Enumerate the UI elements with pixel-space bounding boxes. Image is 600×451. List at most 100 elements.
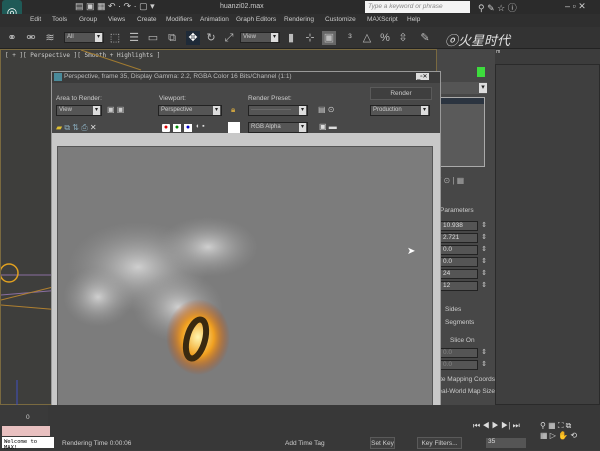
modifier-list-dropdown[interactable]: ▾ <box>437 82 487 94</box>
rfw-toolbar-icons[interactable]: ▰ ⧉ ⇅ ⎙ ✕ <box>56 123 97 133</box>
color-swatch[interactable] <box>228 122 240 133</box>
move-icon[interactable]: ✥ <box>186 31 200 45</box>
menu-bar: Edit Tools Group Views Create Modifiers … <box>0 14 600 27</box>
scale-icon[interactable]: ⤢ <box>222 31 236 45</box>
current-frame-field[interactable]: 35 <box>486 438 526 448</box>
infocenter-icons[interactable]: ⚲ ✎ ☆ ⓘ <box>478 1 517 14</box>
stack-tools-icons[interactable]: / ⊙ | ▦ <box>439 176 464 185</box>
key-filters-button[interactable]: Key Filters... <box>417 437 462 449</box>
main-toolbar: ⚭ ⚮ ≋ All ⬚ ☰ ▭ ⧉ ✥ ↻ ⤢ View ▮ ⊹ ▣ ³ △ %… <box>0 27 600 55</box>
window-title: huanzi02.max <box>220 3 264 10</box>
viewport-dropdown[interactable]: Perspective <box>158 105 222 116</box>
menu-maxscript[interactable]: MAXScript <box>367 16 398 23</box>
render-button[interactable]: Render <box>370 87 432 100</box>
playback-controls[interactable]: ⏮ ◀ ▶ ▶| ⏭ <box>473 421 520 431</box>
smoke-cloud <box>63 267 133 327</box>
blue-channel-toggle[interactable]: ● <box>184 124 192 132</box>
rfw-window-controls[interactable]: _▫✕ <box>416 73 429 80</box>
angle-snap-icon[interactable]: △ <box>360 31 374 45</box>
snap-icon[interactable]: ³ <box>343 31 357 45</box>
maxscript-listener[interactable] <box>2 426 50 436</box>
manipulate-icon[interactable]: ⊹ <box>303 31 317 45</box>
window-crossing-icon[interactable]: ⧉ <box>165 31 179 45</box>
parameters-rollout[interactable]: Parameters <box>440 207 474 214</box>
render-preset-dropdown[interactable]: -------------------- <box>248 105 308 116</box>
generate-mapping-checkbox[interactable]: Generate Mapping Coords. <box>440 376 495 383</box>
menu-views[interactable]: Views <box>108 16 125 23</box>
search-input[interactable]: Type a keyword or phrase <box>365 1 470 13</box>
rotate-icon[interactable]: ↻ <box>204 31 218 45</box>
torus-gizmo <box>1 263 19 283</box>
selection-filter-dropdown[interactable]: All <box>64 32 104 43</box>
menu-animation[interactable]: Animation <box>200 16 229 23</box>
pivot-icon[interactable]: ▮ <box>284 31 298 45</box>
red-channel-toggle[interactable]: ● <box>162 124 170 132</box>
sides-spinner[interactable]: 12 <box>440 281 487 291</box>
fire-glow <box>166 299 230 375</box>
select-by-name-icon[interactable]: ☰ <box>127 31 141 45</box>
slice-to-spinner[interactable]: 0.0 <box>440 360 487 370</box>
display-channel-dropdown[interactable]: RGB Alpha <box>248 122 308 133</box>
menu-edit[interactable]: Edit <box>30 16 41 23</box>
viewport-navigation-icons[interactable]: ⚲ ▦ ⛶ ⧉ ▦ ▷ ✋ ⟲ <box>540 421 577 440</box>
area-to-render-label: Area to Render: <box>56 95 102 102</box>
slice-on-checkbox[interactable]: Slice On <box>450 337 475 344</box>
display-toggle-icons[interactable]: ▣ ▬ <box>319 122 337 131</box>
set-key-button[interactable]: Set Key <box>370 437 395 449</box>
menu-graph-editors[interactable]: Graph Editors <box>236 16 276 23</box>
reference-coord-dropdown[interactable]: View <box>240 32 280 43</box>
percent-snap-icon[interactable]: % <box>378 31 392 45</box>
menu-tools[interactable]: Tools <box>52 16 67 23</box>
slice-from-spinner[interactable]: 0.0 <box>440 348 487 358</box>
rendered-frame-window: Perspective, frame 35, Display Gamma: 2.… <box>51 71 441 435</box>
smooth-segments-option[interactable]: Segments <box>445 319 474 326</box>
quick-access-icons[interactable]: ▤ ▣ ▦ ↶ · ↷ · ▢ ▾ <box>75 1 155 12</box>
time-slider[interactable]: 0 <box>0 405 48 425</box>
modifier-stack[interactable] <box>437 97 485 167</box>
render-mode-dropdown[interactable]: Production <box>370 105 430 116</box>
link-icon[interactable]: ⚭ <box>5 31 19 45</box>
status-bar: 0 Rendering Time 0:00:06 Add Time Tag Se… <box>0 405 600 450</box>
select-object-icon[interactable]: ⬚ <box>108 31 122 45</box>
smoke-cloud <box>158 217 258 277</box>
render-preset-label: Render Preset: <box>248 95 292 102</box>
keyboard-shortcut-icon[interactable]: ▣ <box>322 31 336 45</box>
unlink-icon[interactable]: ⚮ <box>24 31 38 45</box>
lock-icon[interactable]: 🔒︎ <box>231 105 235 115</box>
welcome-message: Welcome to MAX! <box>2 437 54 451</box>
render-setup-icons[interactable]: ▤ ⊙ <box>318 105 334 114</box>
rect-selection-icon[interactable]: ▭ <box>146 31 160 45</box>
menu-customize[interactable]: Customize <box>325 16 356 23</box>
menu-group[interactable]: Group <box>79 16 97 23</box>
rfw-app-icon <box>54 73 62 81</box>
radius1-spinner[interactable]: 10.938 <box>440 221 487 231</box>
twist-spinner[interactable]: 0.0 <box>440 257 487 267</box>
region-icons[interactable]: ▣ ▣ <box>107 105 124 114</box>
title-bar: huanzi02.max Type a keyword or phrase ▤ … <box>0 0 600 14</box>
rendering-time: Rendering Time 0:00:06 <box>62 440 132 447</box>
menu-modifiers[interactable]: Modifiers <box>166 16 192 23</box>
smooth-sides-option[interactable]: Sides <box>445 306 461 313</box>
rendered-image <box>57 146 433 430</box>
segments-spinner[interactable]: 24 <box>440 269 487 279</box>
menu-rendering[interactable]: Rendering <box>284 16 314 23</box>
object-color-swatch[interactable] <box>477 67 485 77</box>
render-scene <box>63 217 258 375</box>
menu-create[interactable]: Create <box>137 16 157 23</box>
edit-named-selection-icon[interactable]: ✎ <box>418 31 432 45</box>
menu-help[interactable]: Help <box>407 16 420 23</box>
rfw-title: Perspective, frame 35, Display Gamma: 2.… <box>52 72 440 83</box>
window-controls[interactable]: – ▫ ✕ <box>565 1 586 12</box>
right-panel <box>495 64 600 405</box>
real-world-map-checkbox[interactable]: Real-World Map Size <box>440 388 495 395</box>
viewport-label-text: Viewport: <box>159 95 186 102</box>
bind-spacewarp-icon[interactable]: ≋ <box>43 31 57 45</box>
rfw-controls: Area to Render: View ▣ ▣ Viewport: Persp… <box>52 83 440 133</box>
area-to-render-dropdown[interactable]: View <box>56 105 102 116</box>
rotation-spinner[interactable]: 0.0 <box>440 245 487 255</box>
spinner-snap-icon[interactable]: ⇳ <box>396 31 410 45</box>
green-channel-toggle[interactable]: ● <box>173 124 181 132</box>
add-time-tag[interactable]: Add Time Tag <box>285 440 325 447</box>
alpha-toggle-icon[interactable]: ◐ ▪ <box>196 123 205 130</box>
radius2-spinner[interactable]: 2.721 <box>440 233 487 243</box>
